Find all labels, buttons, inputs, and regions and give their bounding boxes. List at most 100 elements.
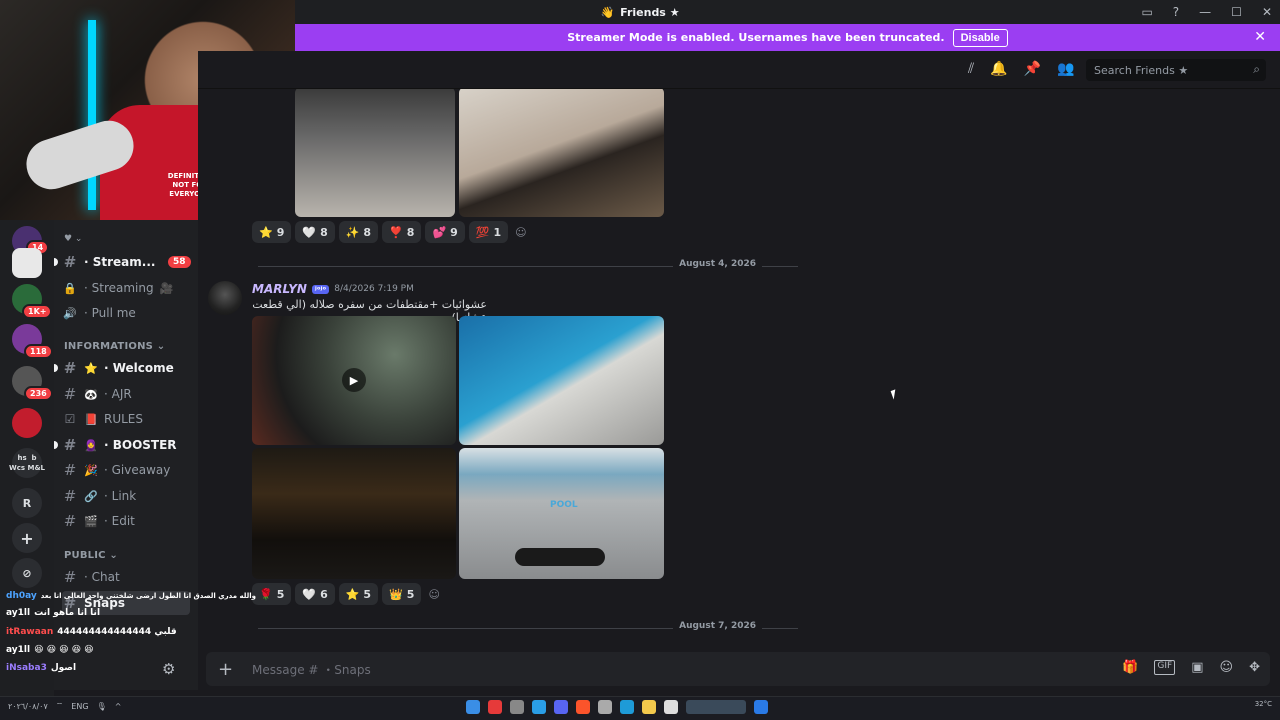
channel-label: · Giveaway xyxy=(104,463,171,477)
server-icon[interactable]: 1K+ xyxy=(12,284,53,319)
channel-ajr[interactable]: # 🐼 · AJR xyxy=(62,382,132,406)
channel-chat[interactable]: # · Chat xyxy=(62,565,120,589)
server-icon[interactable]: R xyxy=(12,488,42,518)
app-icon[interactable] xyxy=(598,700,612,714)
channel-edit[interactable]: # 🎬 · Edit xyxy=(62,509,135,533)
app-icon[interactable] xyxy=(664,700,678,714)
threads-icon[interactable]: ⫽ xyxy=(968,61,974,77)
channel-streaming[interactable]: 🔒 · Streaming 🎥 xyxy=(62,276,174,300)
pin-icon[interactable]: 📌 xyxy=(1024,61,1041,77)
emoji-icon[interactable]: ☺ xyxy=(1220,660,1234,675)
channel-booster[interactable]: # 🧕 · BOOSTER xyxy=(54,433,177,457)
server-icon[interactable]: hs b Wcs M&L xyxy=(9,448,45,478)
attachment-image[interactable]: POOL xyxy=(459,448,664,579)
hash-icon: # xyxy=(63,461,77,479)
edge-icon[interactable] xyxy=(620,700,634,714)
server-icon[interactable] xyxy=(12,408,42,438)
user-settings-gear-icon[interactable]: ⚙ xyxy=(162,660,175,678)
reactions-row: 🌹 5 🤍 6 ⭐ 5 👑 5 ☺ xyxy=(252,583,443,605)
attachment-video[interactable]: ▶ xyxy=(252,316,456,445)
attachment-image[interactable] xyxy=(459,89,664,217)
hash-icon: # xyxy=(63,568,77,586)
stream-chat-line: dh0ay والله مدري الصدق انا الطول ارضى شل… xyxy=(6,591,256,601)
attachment-image[interactable] xyxy=(295,89,455,217)
reaction-crown[interactable]: 👑 5 xyxy=(382,583,422,605)
windows-start-icon[interactable] xyxy=(754,700,768,714)
message-composer[interactable]: + Message # ・Snaps 🎁 GIF ▣ ☺ ✥ xyxy=(206,652,1270,686)
members-icon[interactable]: 👥 xyxy=(1057,61,1074,77)
server-icon[interactable]: 118 xyxy=(12,324,53,359)
reaction-emoji: 🤍 xyxy=(302,587,317,601)
discord-icon[interactable] xyxy=(554,700,568,714)
app-icon[interactable] xyxy=(488,700,502,714)
reaction-hundred[interactable]: 💯 1 xyxy=(468,221,509,243)
close-window-button[interactable]: ✕ xyxy=(1262,5,1272,19)
chat-user: itRawaan xyxy=(6,627,54,637)
play-icon[interactable]: ▶ xyxy=(342,368,366,392)
reaction-count: 8 xyxy=(406,225,415,239)
disable-streamer-mode-button[interactable]: Disable xyxy=(952,28,1008,47)
taskbar-search[interactable] xyxy=(686,700,746,714)
category-informations[interactable]: INFORMATIONS ⌄ xyxy=(64,341,165,352)
avatar[interactable] xyxy=(208,281,242,315)
attachment-image[interactable] xyxy=(459,316,664,445)
server-icon[interactable]: 236 xyxy=(12,366,53,401)
reaction-rose[interactable]: 🌹 5 xyxy=(252,583,292,605)
chat-message: قلبي 444444444444444 xyxy=(57,627,177,637)
message-input[interactable]: Message # ・Snaps xyxy=(252,661,371,678)
chat-message: 😆 😆 😆 😆 😆 xyxy=(34,645,94,655)
reaction-count: 9 xyxy=(276,225,285,239)
attachment-image[interactable] xyxy=(252,448,456,579)
reaction-heart[interactable]: 🤍 6 xyxy=(295,583,335,605)
mic-icon[interactable]: 🎙 xyxy=(97,702,107,711)
bell-icon[interactable]: 🔔 xyxy=(990,61,1007,77)
brave-icon[interactable] xyxy=(576,700,590,714)
pool-sign: POOL xyxy=(550,500,578,510)
reaction-count: 5 xyxy=(276,587,285,601)
window-title: 👋 Friends ★ xyxy=(600,5,680,19)
attach-plus-icon[interactable]: + xyxy=(218,659,233,680)
apps-icon[interactable]: ✥ xyxy=(1249,660,1260,675)
temperature-readout: 32°C xyxy=(1254,700,1272,708)
weather-widget[interactable]: 32°C xyxy=(1255,700,1272,708)
close-banner-icon[interactable]: ✕ xyxy=(1254,29,1266,45)
inbox-icon[interactable]: ▭ xyxy=(1141,5,1152,19)
chevron-up-icon[interactable]: ^ xyxy=(115,702,122,711)
channel-rules[interactable]: ☑ 📕 RULES xyxy=(62,407,143,431)
gift-icon[interactable]: 🎁 xyxy=(1122,660,1138,675)
reaction-sparkles[interactable]: ✨ 8 xyxy=(338,221,379,243)
network-icon[interactable]: ⌔ xyxy=(56,701,64,711)
add-reaction-icon[interactable]: ☺ xyxy=(425,583,442,605)
message-author[interactable]: MARLYN ʲᵒʲᵒ 8/4/2026 7:19 PM xyxy=(252,282,414,296)
add-reaction-icon[interactable]: ☺ xyxy=(512,221,529,243)
telegram-icon[interactable] xyxy=(532,700,546,714)
reaction-heart[interactable]: 🤍 8 xyxy=(295,221,335,243)
category-public[interactable]: PUBLIC ⌄ xyxy=(64,550,118,561)
maximize-button[interactable]: ☐ xyxy=(1231,5,1242,19)
chat-message: انا انا ماهو انت xyxy=(34,608,101,618)
server-header-chevron-icon[interactable]: ♥ ⌄ xyxy=(64,234,82,244)
help-icon[interactable]: ? xyxy=(1173,5,1179,19)
channel-pull-me[interactable]: 🔊 · Pull me xyxy=(62,301,136,325)
server-icon[interactable] xyxy=(12,248,42,278)
discover-icon[interactable]: ⊘ xyxy=(12,558,42,588)
reaction-emoji: 💕 xyxy=(432,225,447,239)
reaction-heart-exclamation[interactable]: ❣️ 8 xyxy=(382,221,422,243)
channel-stream[interactable]: # · Stream... xyxy=(54,250,155,274)
app-icon[interactable] xyxy=(466,700,480,714)
channel-welcome[interactable]: # ⭐ · Welcome xyxy=(54,356,174,380)
search-input[interactable]: Search Friends ★ ⌕ xyxy=(1086,59,1266,81)
minimize-button[interactable]: — xyxy=(1199,5,1211,19)
reaction-star[interactable]: ⭐ 5 xyxy=(338,583,379,605)
lang-indicator[interactable]: ENG xyxy=(71,702,88,711)
folder-icon[interactable] xyxy=(642,700,656,714)
channel-giveaway[interactable]: # 🎉 · Giveaway xyxy=(62,458,171,482)
app-icon[interactable] xyxy=(510,700,524,714)
add-server-button[interactable]: + xyxy=(12,523,42,553)
reaction-star[interactable]: ⭐ 9 xyxy=(252,221,292,243)
window-controls: ▭ ? — ☐ ✕ xyxy=(1141,0,1272,24)
sticker-icon[interactable]: ▣ xyxy=(1191,660,1203,675)
channel-link[interactable]: # 🔗 · Link xyxy=(62,484,137,508)
reaction-two-hearts[interactable]: 💕 9 xyxy=(425,221,465,243)
gif-icon[interactable]: GIF xyxy=(1154,660,1176,675)
